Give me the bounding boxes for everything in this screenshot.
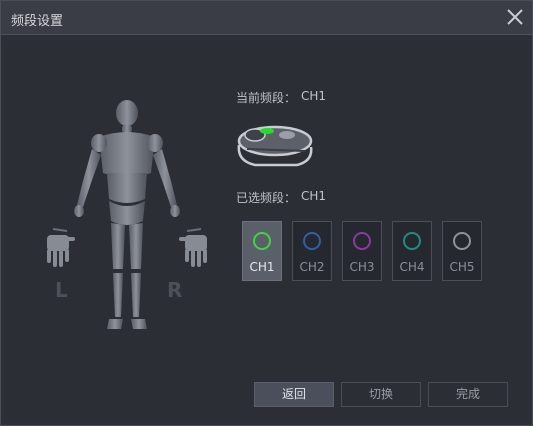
title-bar: 频段设置 [1, 1, 532, 35]
content-area: L R 当前频段： CH1 已选频段： CH1 CH1 CH2 CH3 CH4 … [5, 41, 528, 422]
back-button[interactable]: 返回 [254, 382, 334, 407]
ch3-ring-icon [353, 232, 371, 250]
channel-settings-window: 频段设置 L R 当前频段： CH1 已选频段： CH1 CH1 CH2 CH3… [0, 0, 533, 426]
close-icon[interactable] [504, 6, 526, 28]
channel-button-ch3[interactable]: CH3 [342, 221, 382, 281]
ch4-ring-icon [403, 232, 421, 250]
selected-channel-label: 已选频段： [236, 191, 297, 205]
channel-button-ch1[interactable]: CH1 [242, 221, 282, 281]
channel-label: CH3 [349, 260, 375, 274]
window-title: 频段设置 [11, 14, 64, 29]
current-channel-value: CH1 [301, 89, 327, 103]
channel-label: CH2 [299, 260, 325, 274]
current-channel-label: 当前频段： [236, 91, 297, 105]
ch1-ring-icon [253, 232, 271, 250]
channel-button-ch4[interactable]: CH4 [392, 221, 432, 281]
ch5-ring-icon [453, 232, 471, 250]
ch2-ring-icon [303, 232, 321, 250]
switch-button[interactable]: 切换 [341, 382, 421, 407]
channel-button-ch5[interactable]: CH5 [442, 221, 482, 281]
channel-label: CH1 [249, 260, 275, 274]
channel-label: CH4 [399, 260, 425, 274]
channel-label: CH5 [449, 260, 475, 274]
right-side-label: R [167, 278, 183, 302]
body-figure-icon [47, 100, 207, 329]
selected-channel-value: CH1 [301, 189, 327, 203]
left-side-label: L [55, 278, 68, 302]
channel-button-ch2[interactable]: CH2 [292, 221, 332, 281]
done-button[interactable]: 完成 [428, 382, 508, 407]
device-icon [237, 125, 313, 167]
